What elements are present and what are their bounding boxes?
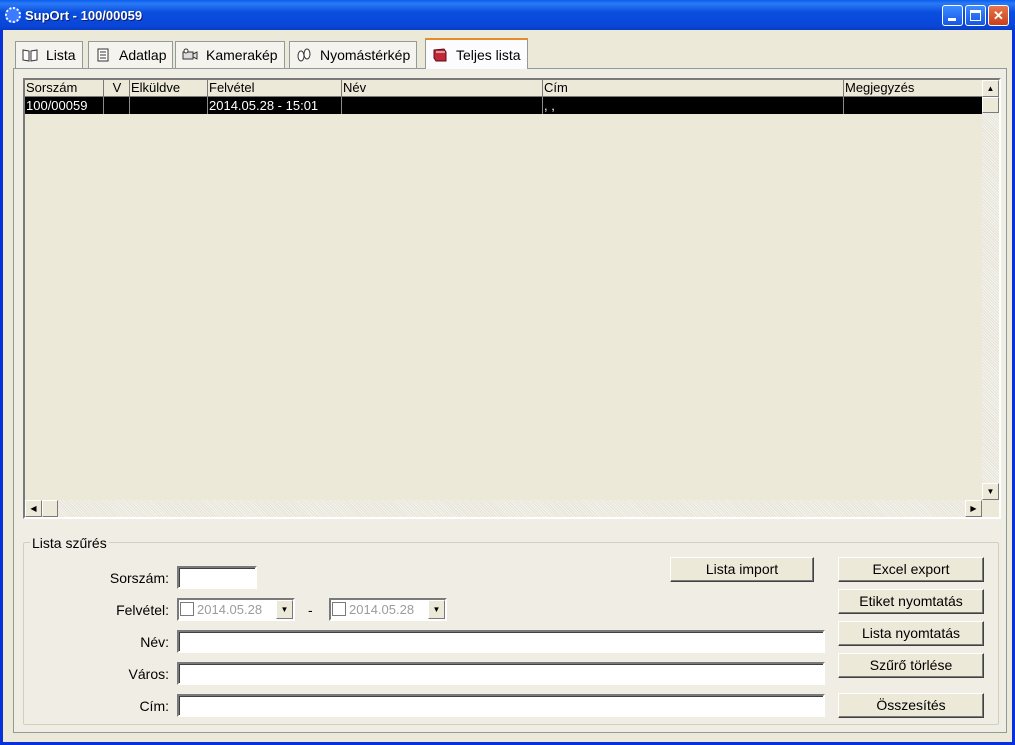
scroll-up-button[interactable]: ▲ xyxy=(982,80,999,97)
close-icon: ✕ xyxy=(993,8,1004,23)
tab-kamerakep[interactable]: Kamerakép xyxy=(175,41,285,68)
grid-header: Sorszám V Elküldve Felvétel Név Cím Megj… xyxy=(25,80,984,97)
window-title: SupOrt - 100/00059 xyxy=(25,8,143,23)
arrow-up-icon: ▲ xyxy=(986,84,995,93)
date-to-dropdown-button[interactable]: ▼ xyxy=(428,600,445,619)
maximize-icon xyxy=(970,10,981,21)
nev-input[interactable] xyxy=(177,630,825,653)
teljes-lista-panel: Sorszám V Elküldve Felvétel Név Cím Megj… xyxy=(13,68,1007,733)
lista-nyomtatas-button[interactable]: Lista nyomtatás xyxy=(838,621,984,646)
lista-import-button[interactable]: Lista import xyxy=(670,557,814,582)
main-window: SupOrt - 100/00059 ✕ Lista Adatlap Kamer… xyxy=(0,0,1015,745)
footprint-icon xyxy=(296,48,312,62)
horizontal-scroll-thumb[interactable] xyxy=(42,500,58,517)
sorszam-label: Sorszám: xyxy=(109,570,169,586)
app-icon xyxy=(5,7,21,23)
scroll-corner xyxy=(982,500,999,517)
minimize-button[interactable] xyxy=(942,5,963,26)
date-from-dropdown-button[interactable]: ▼ xyxy=(276,600,293,619)
table-row[interactable]: 100/00059 2014.05.28 - 15:01 , , xyxy=(25,97,984,114)
records-grid[interactable]: Sorszám V Elküldve Felvétel Név Cím Megj… xyxy=(23,78,1001,519)
varos-input[interactable] xyxy=(177,662,825,685)
cim-input[interactable] xyxy=(177,694,825,717)
osszesites-button[interactable]: Összesítés xyxy=(838,693,984,718)
date-to-picker[interactable]: 2014.05.28 ▼ xyxy=(329,598,447,621)
tab-adatlap[interactable]: Adatlap xyxy=(88,41,174,68)
book-icon xyxy=(22,48,38,62)
felvetel-label: Felvétel: xyxy=(116,602,169,618)
tab-label: Adatlap xyxy=(119,47,167,63)
vertical-scrollbar[interactable]: ▲ ▼ xyxy=(982,80,999,500)
horizontal-scrollbar[interactable]: ◀ ▶ xyxy=(25,500,982,517)
date-from-value: 2014.05.28 xyxy=(197,602,263,617)
date-from-checkbox[interactable] xyxy=(180,602,194,616)
vertical-scroll-thumb[interactable] xyxy=(982,97,999,113)
cell-felvetel: 2014.05.28 - 15:01 xyxy=(208,97,342,114)
grid-body: Sorszám V Elküldve Felvétel Név Cím Megj… xyxy=(25,80,984,500)
tab-label: Teljes lista xyxy=(456,46,521,63)
col-header-felvetel[interactable]: Felvétel xyxy=(208,80,342,97)
cell-nev xyxy=(342,97,543,114)
scroll-left-button[interactable]: ◀ xyxy=(25,500,42,517)
arrow-right-icon: ▶ xyxy=(970,504,977,513)
nev-label: Név: xyxy=(140,634,169,650)
tab-label: Nyomástérkép xyxy=(320,47,411,63)
etiket-nyomtatas-button[interactable]: Etiket nyomtatás xyxy=(838,589,984,614)
scroll-right-button[interactable]: ▶ xyxy=(965,500,982,517)
arrow-left-icon: ◀ xyxy=(30,504,37,513)
varos-label: Város: xyxy=(128,666,169,682)
cell-megjegyzes xyxy=(844,97,984,114)
title-bar[interactable]: SupOrt - 100/00059 ✕ xyxy=(0,0,1015,30)
cell-elkuldve xyxy=(130,97,208,114)
cell-cim: , , xyxy=(543,97,844,114)
cell-v xyxy=(104,97,130,114)
filter-legend: Lista szűrés xyxy=(30,535,109,551)
clipboard-icon xyxy=(95,48,111,62)
scroll-down-button[interactable]: ▼ xyxy=(982,483,999,500)
close-button[interactable]: ✕ xyxy=(988,5,1009,26)
col-header-cim[interactable]: Cím xyxy=(543,80,844,97)
maximize-button[interactable] xyxy=(965,5,986,26)
tab-lista[interactable]: Lista xyxy=(15,41,83,68)
col-header-megjegyzes[interactable]: Megjegyzés xyxy=(844,80,984,97)
tab-label: Kamerakép xyxy=(206,47,278,63)
cell-sorszam: 100/00059 xyxy=(25,97,104,114)
tab-nyomasterkep[interactable]: Nyomástérkép xyxy=(289,41,418,68)
date-to-checkbox[interactable] xyxy=(332,602,346,616)
chevron-down-icon: ▼ xyxy=(280,605,289,614)
szuro-torlese-button[interactable]: Szűrő törlése xyxy=(838,653,984,678)
minimize-icon xyxy=(948,18,956,21)
col-header-nev[interactable]: Név xyxy=(342,80,543,97)
col-header-elkuldve[interactable]: Elküldve xyxy=(130,80,208,97)
sorszam-input[interactable] xyxy=(177,566,257,589)
excel-export-button[interactable]: Excel export xyxy=(838,557,984,582)
camera-icon xyxy=(182,48,198,62)
tab-label: Lista xyxy=(46,47,76,63)
tab-teljes-lista[interactable]: Teljes lista xyxy=(425,38,528,69)
date-separator: - xyxy=(308,602,313,618)
chevron-down-icon: ▼ xyxy=(432,605,441,614)
filter-group: Lista szűrés Sorszám: Felvétel: 2014.05.… xyxy=(23,535,999,725)
date-from-picker[interactable]: 2014.05.28 ▼ xyxy=(177,598,295,621)
col-header-v[interactable]: V xyxy=(104,80,130,97)
red-book-icon xyxy=(432,47,448,62)
date-to-value: 2014.05.28 xyxy=(349,602,415,617)
arrow-down-icon: ▼ xyxy=(986,487,995,496)
col-header-sorszam[interactable]: Sorszám xyxy=(25,80,104,97)
cim-label: Cím: xyxy=(139,698,169,714)
